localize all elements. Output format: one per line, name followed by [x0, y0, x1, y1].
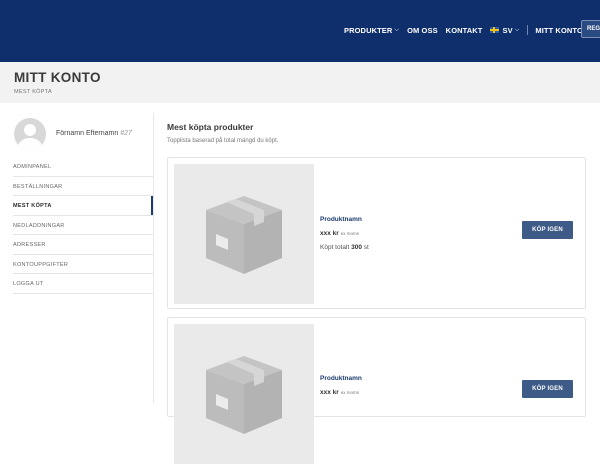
sidebar-item-addresses[interactable]: ADRESSER — [13, 235, 153, 255]
sidebar-item-logout[interactable]: LOGGA UT — [13, 274, 153, 294]
sidebar-item-adminpanel[interactable]: ADMINPANEL — [13, 157, 153, 177]
product-price-value: xxx kr — [320, 230, 339, 237]
swedish-flag-icon — [490, 27, 500, 33]
sidebar-item-orders[interactable]: BESTÄLLNINGAR — [13, 177, 153, 196]
register-button[interactable]: REG — [581, 20, 600, 38]
user-number: #27 — [120, 130, 132, 137]
product-price-vat: ex moms — [340, 390, 360, 395]
section-title: Mest köpta produkter — [167, 122, 254, 132]
buy-again-button[interactable]: KÖP IGEN — [522, 380, 573, 398]
chevron-down-icon: ⌵ — [514, 26, 520, 33]
product-name[interactable]: Produktnamn — [320, 216, 362, 223]
product-name[interactable]: Produktnamn — [320, 375, 362, 382]
product-image-placeholder — [174, 324, 314, 464]
nav-divider — [527, 25, 529, 35]
language-selector[interactable]: SV ⌵ — [490, 26, 519, 35]
total-quantity: 300 — [351, 244, 362, 251]
product-total-bought: Köpt totalt 300 st — [320, 244, 369, 251]
account-sidebar: ADMINPANEL BESTÄLLNINGAR MEST KÖPTA NEDL… — [13, 157, 153, 294]
user-name: Förnamn Efternamn #27 — [56, 130, 132, 137]
nav-products[interactable]: PRODUKTER ⌵ — [344, 26, 399, 35]
content-divider — [153, 113, 154, 403]
avatar-head-shape — [24, 124, 36, 136]
box-icon — [206, 196, 282, 274]
product-card: Produktnamn xxx kr ex moms KÖP IGEN — [167, 317, 586, 464]
page-title: MITT KONTO — [14, 70, 101, 85]
main-nav: PRODUKTER ⌵ OM OSS KONTAKT SV ⌵ MITT KONTO — [344, 25, 591, 35]
avatar-body-shape — [18, 138, 42, 150]
nav-my-account[interactable]: MITT KONTO — [535, 26, 583, 35]
sidebar-item-account-details[interactable]: KONTOUPPGIFTER — [13, 255, 153, 274]
total-prefix: Köpt totalt — [320, 244, 350, 251]
product-price: xxx kr ex moms — [320, 230, 359, 237]
product-image-placeholder — [174, 164, 314, 304]
product-price-vat: ex moms — [340, 231, 360, 236]
chevron-down-icon: ⌵ — [394, 26, 400, 33]
top-header: PRODUKTER ⌵ OM OSS KONTAKT SV ⌵ MITT KONTO… — [0, 0, 600, 62]
language-label: SV — [502, 25, 513, 35]
product-price-value: xxx kr — [320, 389, 339, 396]
avatar — [14, 118, 46, 150]
nav-products-label: PRODUKTER — [344, 25, 393, 35]
box-icon — [206, 356, 282, 434]
sidebar-item-downloads[interactable]: NEDLADDNINGAR — [13, 216, 153, 235]
buy-again-button[interactable]: KÖP IGEN — [522, 221, 573, 239]
sidebar-item-most-bought[interactable]: MEST KÖPTA — [13, 196, 153, 216]
breadcrumb: MEST KÖPTA — [14, 89, 52, 95]
nav-contact[interactable]: KONTAKT — [446, 26, 483, 35]
user-name-text: Förnamn Efternamn — [56, 130, 119, 137]
section-subtitle: Topplista baserad på total mängd du köpt… — [167, 138, 279, 144]
total-unit: st — [363, 244, 369, 251]
product-card: Produktnamn xxx kr ex moms Köpt totalt 30… — [167, 157, 586, 309]
nav-about[interactable]: OM OSS — [407, 26, 438, 35]
product-price: xxx kr ex moms — [320, 389, 359, 396]
